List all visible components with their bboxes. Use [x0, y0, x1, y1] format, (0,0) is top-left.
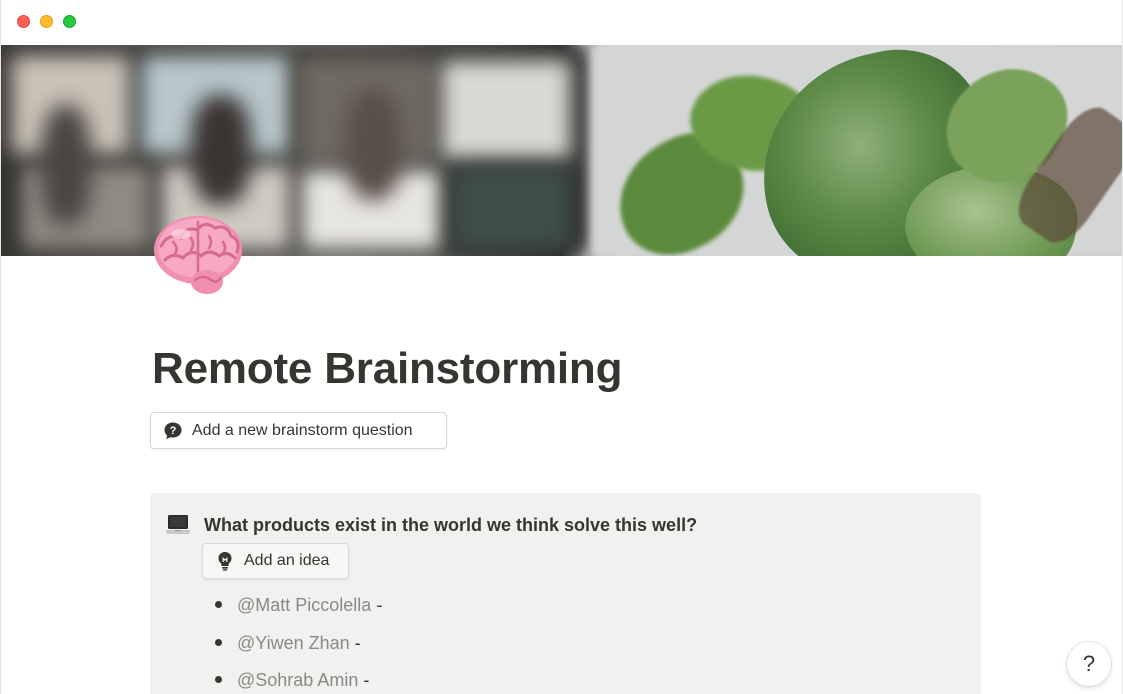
list-item[interactable]: @Sohrab Amin -	[210, 662, 382, 694]
lightbulb-icon	[216, 551, 234, 571]
close-window-button[interactable]	[17, 15, 30, 28]
add-brainstorm-question-button[interactable]: ? Add a new brainstorm question	[150, 412, 447, 449]
add-brainstorm-question-label: Add a new brainstorm question	[192, 421, 413, 439]
bullet	[215, 601, 222, 608]
bullet	[215, 676, 222, 683]
bullet	[215, 638, 222, 646]
item-text[interactable]: -	[376, 595, 382, 616]
help-button[interactable]: ?	[1067, 642, 1111, 686]
list-item[interactable]: @Yiwen Zhan -	[210, 625, 382, 663]
brain-icon[interactable]	[151, 212, 247, 296]
page-title[interactable]: Remote Brainstorming	[152, 344, 622, 394]
add-idea-label: Add an idea	[244, 552, 330, 569]
item-text[interactable]: -	[363, 670, 369, 691]
question-bubble-icon: ?	[163, 421, 183, 441]
app-window: Remote Brainstorming ? Add a new brainst…	[0, 0, 1123, 694]
callout-block: What products exist in the world we thin…	[150, 493, 981, 694]
callout-heading[interactable]: What products exist in the world we thin…	[204, 515, 697, 536]
user-mention[interactable]: @Sohrab Amin	[237, 670, 358, 691]
zoom-window-button[interactable]	[63, 15, 76, 28]
minimize-window-button[interactable]	[40, 15, 53, 28]
list-item[interactable]: @Matt Piccolella -	[210, 587, 382, 625]
add-idea-button[interactable]: Add an idea	[202, 543, 349, 579]
svg-text:?: ?	[170, 425, 177, 437]
laptop-icon[interactable]	[165, 513, 191, 537]
title-bar	[1, 0, 1122, 45]
user-mention[interactable]: @Yiwen Zhan	[237, 633, 350, 654]
idea-list: @Matt Piccolella - @Yiwen Zhan - @Sohrab…	[210, 587, 382, 694]
item-text[interactable]: -	[355, 633, 361, 654]
user-mention[interactable]: @Matt Piccolella	[237, 595, 371, 616]
